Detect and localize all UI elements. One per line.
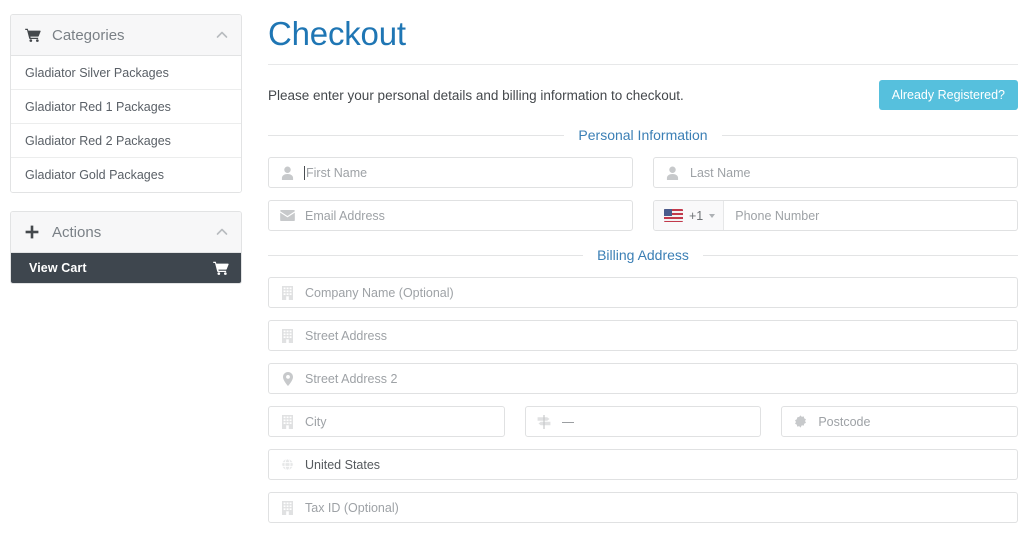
- state-value: —: [561, 414, 575, 429]
- categories-panel: Categories Gladiator Silver Packages Gla…: [10, 14, 242, 193]
- caret-down-icon: [709, 213, 716, 218]
- state-select[interactable]: —: [524, 406, 762, 438]
- postcode-col: Postcode: [781, 406, 1019, 438]
- street1-col: Street Address: [268, 320, 1018, 352]
- billing-address-legend-text: Billing Address: [597, 247, 689, 264]
- categories-panel-header[interactable]: Categories: [11, 15, 241, 56]
- view-cart-label: View Cart: [29, 261, 87, 275]
- company-row: Company Name (Optional): [268, 277, 1018, 309]
- country-row: United States: [268, 449, 1018, 481]
- personal-information-legend-text: Personal Information: [578, 127, 708, 144]
- name-row: First Name Last Name: [268, 157, 1018, 189]
- first-name-input[interactable]: First Name: [268, 157, 633, 189]
- personal-information-legend: Personal Information: [268, 127, 1018, 143]
- us-flag-icon: [664, 209, 683, 223]
- city-state-postcode-row: City — Postcode: [268, 406, 1019, 438]
- first-name-col: First Name: [268, 157, 633, 189]
- contact-row: Email Address +1 Phone Number: [268, 200, 1018, 232]
- sidebar-category-item[interactable]: Gladiator Red 2 Packages: [11, 124, 241, 158]
- chevron-up-icon[interactable]: [215, 225, 229, 239]
- map-signs-icon: [536, 414, 553, 430]
- tax-id-input[interactable]: Tax ID (Optional): [268, 492, 1018, 524]
- shopping-cart-icon: [25, 27, 44, 43]
- email-col: Email Address: [268, 200, 633, 232]
- country-col: United States: [268, 449, 1018, 481]
- shopping-cart-icon: [213, 261, 229, 275]
- street-address-2-placeholder: Street Address 2: [305, 371, 398, 386]
- billing-address-legend: Billing Address: [268, 247, 1018, 263]
- title-divider: [268, 64, 1018, 66]
- intro-row: Please enter your personal details and b…: [268, 79, 1018, 111]
- company-name-placeholder: Company Name (Optional): [305, 285, 454, 300]
- email-input[interactable]: Email Address: [268, 200, 633, 232]
- company-col: Company Name (Optional): [268, 277, 1018, 309]
- already-registered-button[interactable]: Already Registered?: [878, 80, 1018, 111]
- globe-icon: [279, 457, 296, 473]
- sidebar-category-label: Gladiator Silver Packages: [25, 65, 169, 80]
- sidebar-category-label: Gladiator Red 1 Packages: [25, 99, 171, 114]
- country-code-dropdown[interactable]: +1: [654, 201, 725, 231]
- sidebar: Categories Gladiator Silver Packages Gla…: [0, 0, 260, 552]
- text-cursor: [304, 165, 305, 180]
- sidebar-category-item[interactable]: Gladiator Red 1 Packages: [11, 90, 241, 124]
- first-name-placeholder: First Name: [306, 165, 368, 180]
- street1-row: Street Address: [268, 320, 1018, 352]
- country-select[interactable]: United States: [268, 449, 1018, 481]
- tax-id-row: Tax ID (Optional): [268, 492, 1018, 524]
- street2-row: Street Address 2: [268, 363, 1018, 395]
- phone-input-group[interactable]: +1 Phone Number: [653, 200, 1018, 232]
- state-col: —: [524, 406, 762, 438]
- city-placeholder: City: [305, 414, 327, 429]
- intro-text: Please enter your personal details and b…: [268, 87, 684, 103]
- main-content: Checkout Please enter your personal deta…: [260, 0, 1024, 552]
- page-title: Checkout: [268, 15, 406, 52]
- categories-panel-title: Categories: [52, 26, 125, 44]
- tax-id-placeholder: Tax ID (Optional): [305, 500, 399, 515]
- dial-code-label: +1: [689, 208, 704, 223]
- building-icon: [279, 328, 296, 344]
- sidebar-category-item[interactable]: Gladiator Silver Packages: [11, 56, 241, 90]
- map-marker-icon: [279, 371, 296, 387]
- actions-panel-header[interactable]: Actions: [11, 212, 241, 253]
- cog-icon: [792, 414, 809, 430]
- street-address-input[interactable]: Street Address: [268, 320, 1018, 352]
- user-icon: [279, 165, 296, 181]
- postcode-placeholder: Postcode: [818, 414, 871, 429]
- email-placeholder: Email Address: [305, 208, 385, 223]
- building-icon: [279, 414, 296, 430]
- city-input[interactable]: City: [268, 406, 505, 438]
- street2-col: Street Address 2: [268, 363, 1018, 395]
- sidebar-category-label: Gladiator Red 2 Packages: [25, 133, 171, 148]
- chevron-up-icon[interactable]: [215, 28, 229, 42]
- sidebar-category-item[interactable]: Gladiator Gold Packages: [11, 158, 241, 192]
- last-name-placeholder: Last Name: [690, 165, 751, 180]
- country-value: United States: [305, 457, 381, 472]
- plus-icon: [25, 224, 44, 240]
- building-icon: [279, 285, 296, 301]
- actions-panel-title: Actions: [52, 223, 102, 241]
- checkout-page: Categories Gladiator Silver Packages Gla…: [0, 0, 1024, 552]
- envelope-icon: [279, 208, 296, 224]
- street-address-2-input[interactable]: Street Address 2: [268, 363, 1018, 395]
- phone-col: +1 Phone Number: [653, 200, 1018, 232]
- street-address-placeholder: Street Address: [305, 328, 387, 343]
- company-name-input[interactable]: Company Name (Optional): [268, 277, 1018, 309]
- actions-panel: Actions View Cart: [10, 211, 242, 284]
- postcode-input[interactable]: Postcode: [781, 406, 1019, 438]
- sidebar-category-label: Gladiator Gold Packages: [25, 168, 164, 182]
- view-cart-button[interactable]: View Cart: [11, 253, 241, 283]
- city-col: City: [268, 406, 505, 438]
- user-icon: [664, 165, 681, 181]
- tax-id-col: Tax ID (Optional): [268, 492, 1018, 524]
- building-icon: [279, 500, 296, 516]
- phone-placeholder: Phone Number: [735, 208, 820, 223]
- phone-number-input[interactable]: Phone Number: [724, 207, 1017, 225]
- last-name-input[interactable]: Last Name: [653, 157, 1018, 189]
- last-name-col: Last Name: [653, 157, 1018, 189]
